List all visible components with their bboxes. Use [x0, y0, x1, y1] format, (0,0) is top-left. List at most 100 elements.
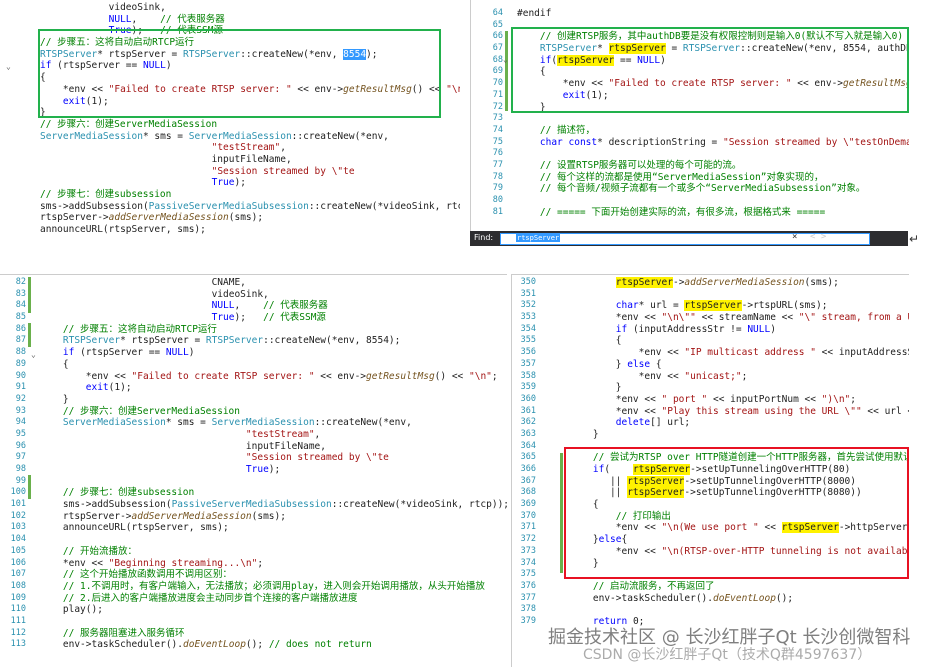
find-prev-button[interactable]: <: [810, 232, 815, 242]
code-line[interactable]: }: [570, 382, 909, 394]
find-next-button[interactable]: >: [821, 232, 826, 242]
code-line[interactable]: NULL, // 代表服务器: [40, 14, 460, 26]
code-line[interactable]: // 设置RTSP服务器可以处理的每个可能的流。: [517, 160, 909, 172]
code-line[interactable]: // 开始流播放：: [40, 546, 507, 558]
code-line[interactable]: "testStream",: [40, 429, 507, 441]
chevron-down-icon[interactable]: ⌄: [31, 350, 36, 359]
code-line[interactable]: // 步骤七：创建subsession: [40, 487, 507, 499]
code-line[interactable]: sms->addSubsession(PassiveServerMediaSub…: [40, 201, 460, 213]
close-icon[interactable]: ×: [792, 232, 797, 242]
code-line[interactable]: rtspServer->addServerMediaSession(sms);: [40, 212, 460, 224]
line-number: 91: [15, 382, 26, 393]
code-line[interactable]: play();: [40, 604, 507, 616]
code-line[interactable]: // 步骤六：创建ServerMediaSession: [40, 406, 507, 418]
code-line[interactable]: rtspServer->addServerMediaSession(sms);: [40, 511, 507, 523]
find-input-value[interactable]: rtspServer: [516, 234, 561, 242]
code-line[interactable]: delete[] url;: [570, 417, 909, 429]
find-label: Find:: [474, 233, 494, 242]
code-line[interactable]: "testStream",: [40, 142, 460, 154]
code-line[interactable]: ServerMediaSession* sms = ServerMediaSes…: [40, 417, 507, 429]
code-line[interactable]: CNAME,: [40, 277, 507, 289]
code-line[interactable]: // 启动流服务，不再返回了: [570, 581, 909, 593]
code-line[interactable]: }: [570, 429, 909, 441]
code-line[interactable]: "Session streamed by \"te: [40, 166, 460, 178]
code-line[interactable]: *env << "Failed to create RTSP server: "…: [40, 371, 507, 383]
code-line[interactable]: // 1.不调用时，有客户端输入，无法播放；必须调用play，进入则会开始调用播…: [40, 581, 507, 593]
code-line[interactable]: *env << "Beginning streaming...\n";: [40, 558, 507, 570]
code-line[interactable]: env->taskScheduler().doEventLoop(); // d…: [40, 639, 507, 651]
code-line[interactable]: [570, 289, 909, 301]
code-line[interactable]: exit(1);: [40, 382, 507, 394]
editor-panel-top-right: 64 65 66 67 68 69 70 71 72 73 74 75 76 77 78 79 80 81 ⌄ #…: [470, 0, 909, 246]
code-line[interactable]: inputFileName,: [40, 154, 460, 166]
code-line[interactable]: // 服务器阻塞进入服务循环: [40, 628, 507, 640]
line-number: 80: [492, 195, 503, 205]
code-line[interactable]: True);: [40, 177, 460, 189]
code-line[interactable]: [40, 476, 507, 488]
code-line[interactable]: NULL, // 代表服务器: [40, 300, 507, 312]
code-line[interactable]: // 2.后进入的客户端播放进度会主动同步首个连接的客户端播放进度: [40, 593, 507, 605]
code-line[interactable]: #endif: [517, 8, 909, 20]
line-number: 379: [520, 615, 536, 626]
code-line[interactable]: True); // 代表SSM源: [40, 312, 507, 324]
code-line[interactable]: "Session streamed by \"te: [40, 452, 507, 464]
code-line[interactable]: RTSPServer* rtspServer = RTSPServer::cre…: [40, 335, 507, 347]
code-line[interactable]: // ===== 下面开始创建实际的流，有很多流，根据格式来 =====: [517, 207, 909, 219]
code-line[interactable]: // 这个开始播放函数调用不调用区别：: [40, 569, 507, 581]
line-number: 90: [15, 370, 26, 381]
code-line[interactable]: char* url = rtspServer->rtspURL(sms);: [570, 300, 909, 312]
line-number: 352: [520, 300, 536, 311]
code-line[interactable]: videoSink,: [40, 289, 507, 301]
chevron-down-icon[interactable]: ⌄: [503, 55, 508, 64]
line-number: 75: [492, 136, 503, 147]
line-number: 89: [15, 358, 26, 369]
code-line[interactable]: {: [570, 335, 909, 347]
code-line[interactable]: [517, 195, 909, 207]
chevron-down-icon[interactable]: ⌄: [6, 62, 11, 71]
code-line[interactable]: *env << " port " << inputPortNum << ")\n…: [570, 394, 909, 406]
line-number: 356: [520, 347, 536, 358]
code-line[interactable]: inputFileName,: [40, 441, 507, 453]
line-number: 94: [15, 417, 26, 428]
line-number: 77: [492, 159, 503, 170]
code-line[interactable]: rtspServer->addServerMediaSession(sms);: [570, 277, 909, 289]
code-line[interactable]: sms->addSubsession(PassiveServerMediaSub…: [40, 499, 507, 511]
code-line[interactable]: *env << "\n\"" << streamName << "\" stre…: [570, 312, 909, 324]
code-line[interactable]: *env << "Play this stream using the URL …: [570, 406, 909, 418]
code-line[interactable]: if (inputAddressStr != NULL): [570, 324, 909, 336]
code-line[interactable]: // 描述符，: [517, 125, 909, 137]
code-line[interactable]: }: [40, 394, 507, 406]
line-number: 100: [10, 487, 26, 498]
code-area-bottom-left[interactable]: CNAME, videoSink, NULL, // 代表服务器 True); …: [40, 277, 507, 651]
code-line[interactable]: [40, 534, 507, 546]
code-line[interactable]: [570, 604, 909, 616]
code-line[interactable]: // 步骤六：创建ServerMediaSession: [40, 119, 460, 131]
code-line[interactable]: *env << "IP multicast address " << input…: [570, 347, 909, 359]
code-line[interactable]: {: [40, 359, 507, 371]
code-line[interactable]: env->taskScheduler().doEventLoop();: [570, 593, 909, 605]
code-line[interactable]: announceURL(rtspServer, sms);: [40, 522, 507, 534]
line-number: 374: [520, 557, 536, 568]
code-line[interactable]: ServerMediaSession* sms = ServerMediaSes…: [40, 131, 460, 143]
code-line[interactable]: char const* descriptionString = "Session…: [517, 137, 909, 149]
code-line[interactable]: } else {: [570, 359, 909, 371]
line-number: 108: [10, 580, 26, 591]
code-line[interactable]: [40, 616, 507, 628]
line-number: 83: [15, 288, 26, 299]
code-line[interactable]: if (rtspServer == NULL): [40, 347, 507, 359]
find-bar: Find: rtspServer × < >: [470, 231, 908, 246]
code-line[interactable]: // 步骤五：这将自动启动RTCP运行: [40, 324, 507, 336]
line-number: 84: [15, 300, 26, 311]
code-line[interactable]: [517, 148, 909, 160]
code-line[interactable]: videoSink,: [40, 2, 460, 14]
code-line[interactable]: // 每个音频/视频子流都有一个或多个“ServerMediaSubsessio…: [517, 183, 909, 195]
line-number: 355: [520, 335, 536, 346]
code-line[interactable]: *env << "unicast;";: [570, 371, 909, 383]
code-line[interactable]: // 步骤七：创建subsession: [40, 189, 460, 201]
code-line[interactable]: [517, 113, 909, 125]
change-indicator: [560, 453, 563, 573]
code-line[interactable]: announceURL(rtspServer, sms);: [40, 224, 460, 236]
code-line[interactable]: True);: [40, 464, 507, 476]
line-number: 361: [520, 405, 536, 416]
code-line[interactable]: // 每个这样的流都是使用“ServerMediaSession”对象实现的，: [517, 172, 909, 184]
